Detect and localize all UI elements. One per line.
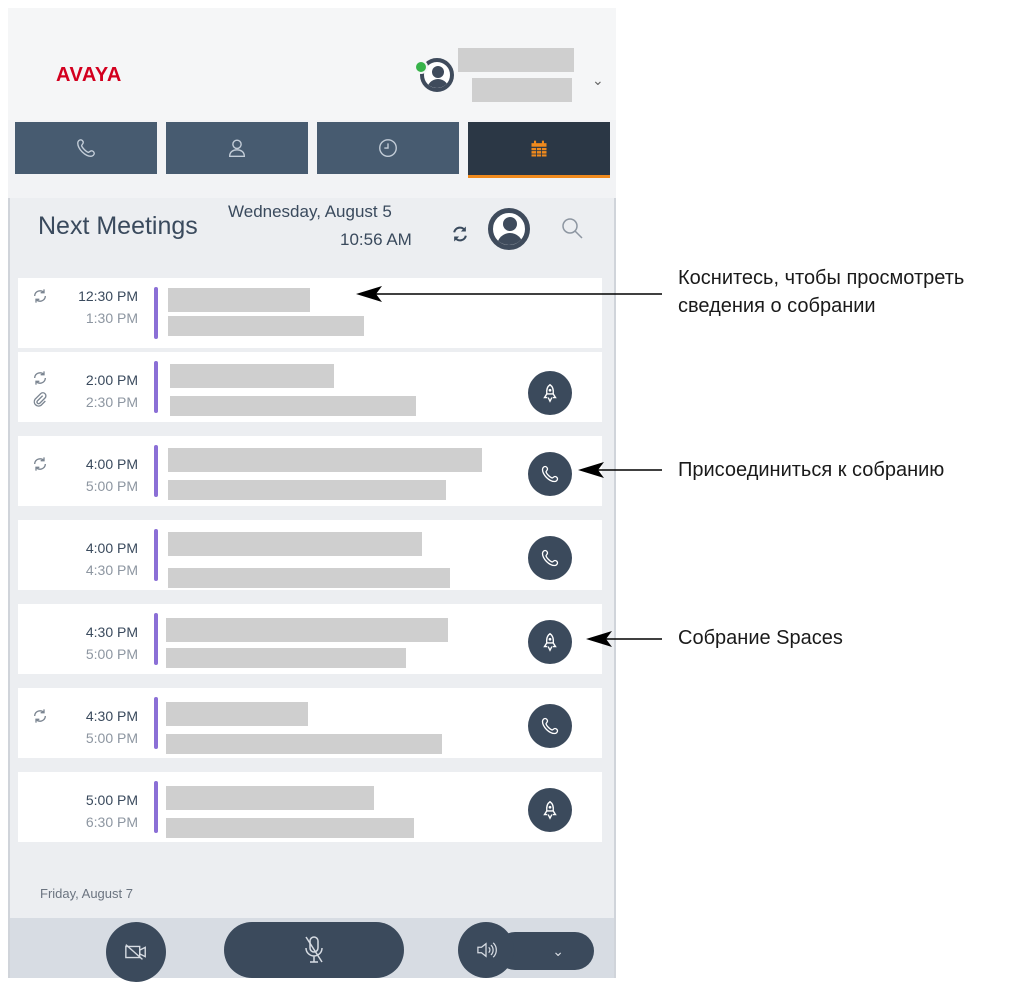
callout-details-line2: сведения о собрании [678, 295, 876, 317]
speaker-button[interactable] [458, 922, 514, 978]
callout-join-meeting: Присоединиться к собранию [678, 459, 945, 481]
speaker-icon [477, 942, 497, 958]
callout-meeting-details: Коснитесь, чтобы просмотреть сведения о … [678, 264, 964, 320]
callout-details-line1: Коснитесь, чтобы просмотреть [678, 267, 965, 289]
annotation-arrows [356, 286, 662, 647]
callout-spaces-meeting: Собрание Spaces [678, 627, 843, 649]
